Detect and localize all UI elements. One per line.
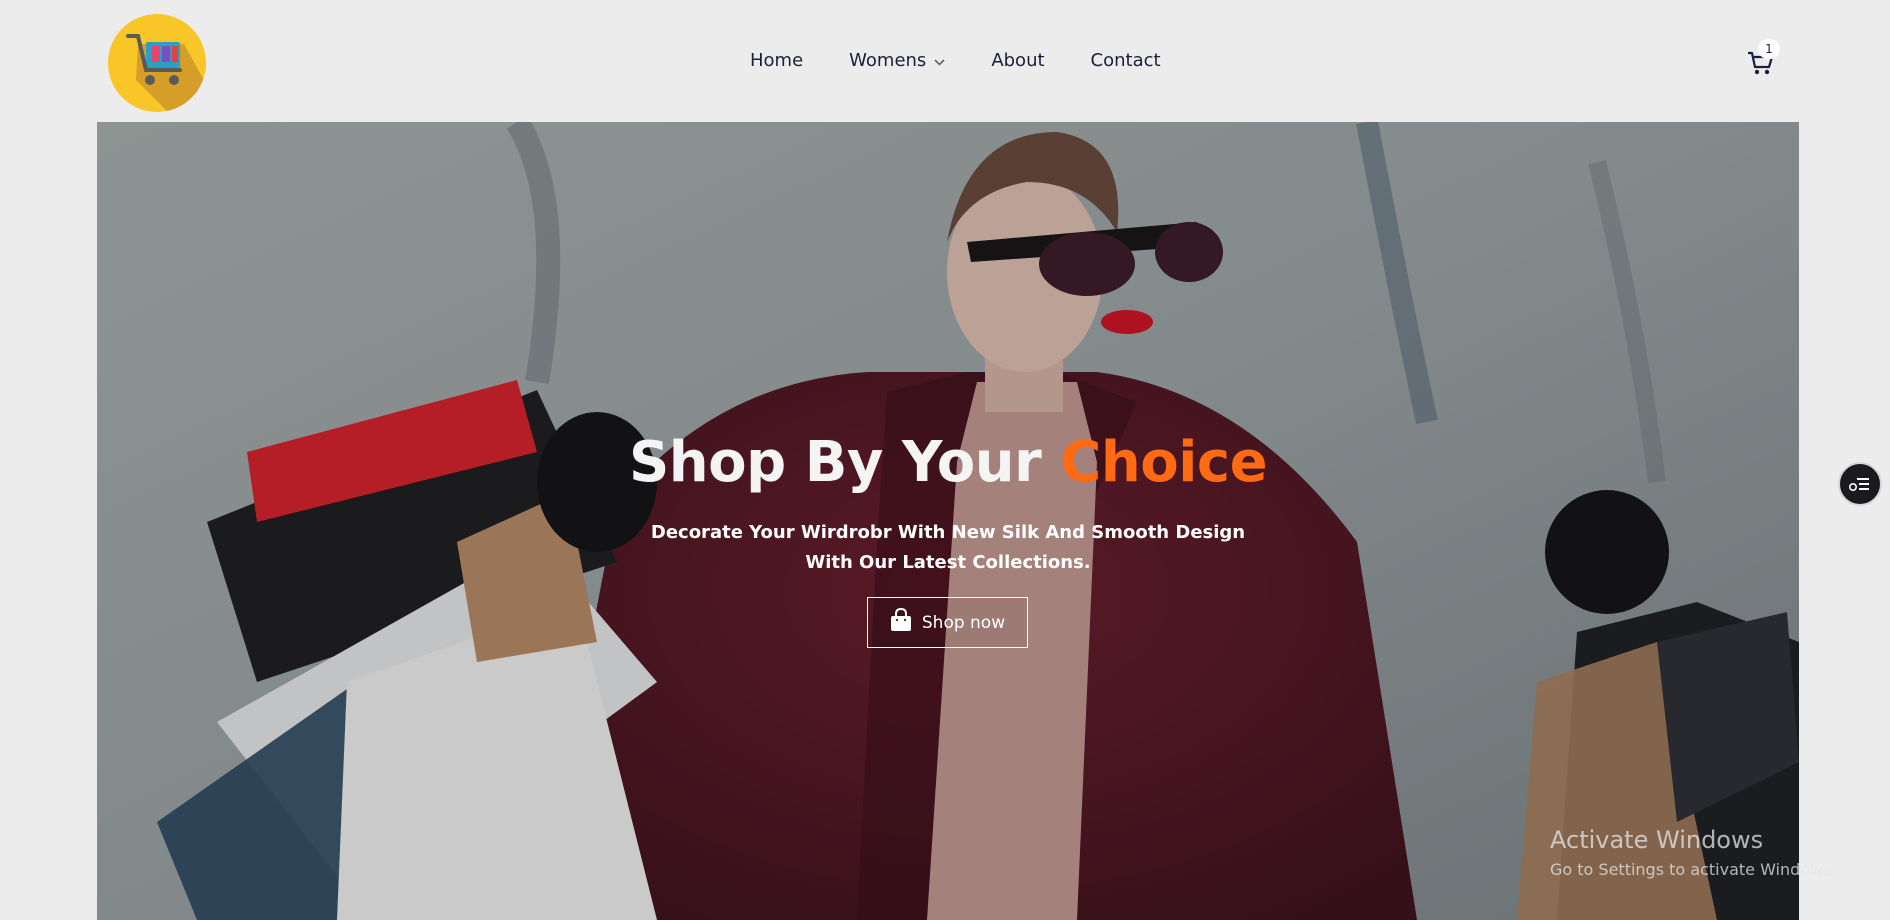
nav-contact[interactable]: Contact: [1091, 50, 1161, 71]
hero-title-main: Shop By Your: [628, 430, 1061, 495]
page: Home Womens About Contact 1 Shop By Your…: [0, 0, 1890, 920]
shopping-bag-icon: [890, 607, 912, 637]
nav-about[interactable]: About: [991, 50, 1044, 71]
chevron-down-icon: [934, 50, 945, 71]
nav-womens[interactable]: Womens: [849, 50, 945, 71]
nav-home[interactable]: Home: [750, 50, 803, 71]
windows-activation-watermark: Activate Windows Go to Settings to activ…: [1550, 826, 1837, 879]
shopping-cart-logo-icon: [126, 34, 206, 112]
cart-count-badge: 1: [1758, 39, 1780, 59]
hero-banner: Shop By Your Choice Decorate Your Wirdro…: [97, 122, 1799, 920]
settings-list-icon: [1848, 478, 1869, 492]
site-header: Home Womens About Contact 1: [0, 0, 1890, 122]
hero-subtitle: Decorate Your Wirdrobr With New Silk And…: [650, 522, 1246, 573]
main-nav: Home Womens About Contact: [750, 50, 1161, 71]
nav-about-label: About: [991, 50, 1045, 71]
watermark-subtitle: Go to Settings to activate Windows.: [1550, 860, 1837, 879]
nav-contact-label: Contact: [1090, 50, 1161, 71]
brand-logo[interactable]: [108, 14, 206, 112]
hero-title: Shop By Your Choice: [97, 430, 1799, 495]
hero-title-accent: Choice: [1060, 430, 1268, 495]
shop-now-button[interactable]: Shop now: [867, 597, 1028, 648]
floating-settings-button[interactable]: [1838, 462, 1882, 506]
nav-womens-label: Womens: [849, 50, 927, 71]
nav-home-label: Home: [750, 50, 804, 71]
watermark-title: Activate Windows: [1550, 826, 1764, 854]
shop-now-label: Shop now: [921, 612, 1006, 633]
